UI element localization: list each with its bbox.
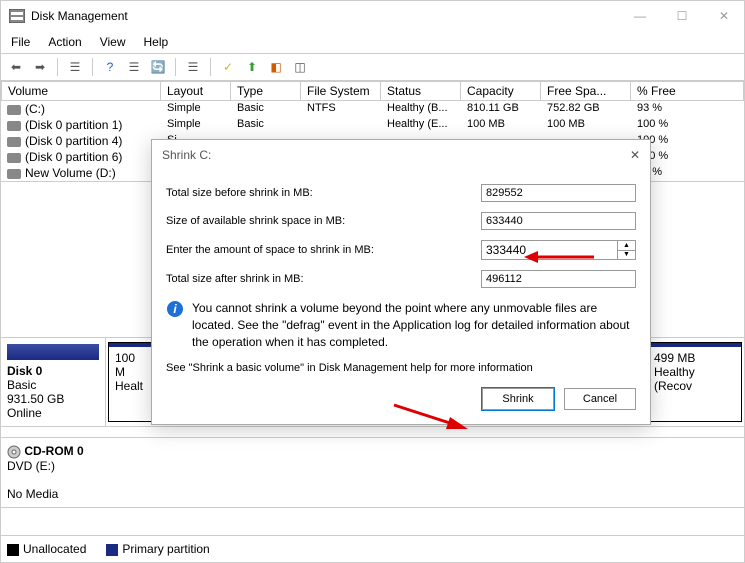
disk-name: Disk 0: [7, 364, 42, 378]
back-button[interactable]: ⬅: [7, 58, 25, 76]
label-shrink-amount: Enter the amount of space to shrink in M…: [166, 244, 481, 256]
annotation-arrow: [524, 247, 604, 267]
toolbar-icon[interactable]: ☰: [125, 58, 143, 76]
volume-icon: [7, 153, 21, 163]
legend: Unallocated Primary partition: [1, 535, 744, 562]
help-icon[interactable]: ?: [101, 58, 119, 76]
cdrom-name: CD-ROM 0: [24, 444, 83, 458]
window-title: Disk Management: [31, 9, 628, 23]
annotation-arrow: [384, 401, 474, 437]
app-icon: [9, 9, 25, 23]
dialog-title: Shrink C:: [162, 148, 211, 162]
label-available: Size of available shrink space in MB:: [166, 215, 481, 227]
menu-file[interactable]: File: [11, 35, 30, 49]
col-pfree[interactable]: % Free: [631, 81, 744, 101]
toolbar-icon[interactable]: ◫: [291, 58, 309, 76]
toolbar-icon[interactable]: ☰: [184, 58, 202, 76]
forward-button[interactable]: ➡: [31, 58, 49, 76]
info-text: You cannot shrink a volume beyond the po…: [192, 300, 636, 350]
volume-icon: [7, 137, 21, 147]
volume-icon: [7, 105, 21, 115]
col-fs[interactable]: File System: [301, 81, 381, 101]
toolbar-icon[interactable]: ⬆: [243, 58, 261, 76]
disc-icon: [7, 445, 21, 459]
value-available: 633440: [481, 212, 636, 230]
cdrom-info[interactable]: CD-ROM 0 DVD (E:) No Media: [1, 437, 744, 508]
table-row[interactable]: (Disk 0 partition 1) SimpleBasicHealthy …: [1, 117, 744, 133]
label-total-after: Total size after shrink in MB:: [166, 273, 481, 285]
col-layout[interactable]: Layout: [161, 81, 231, 101]
table-header: Volume Layout Type File System Status Ca…: [1, 81, 744, 101]
col-type[interactable]: Type: [231, 81, 301, 101]
col-free[interactable]: Free Spa...: [541, 81, 631, 101]
toolbar-icon[interactable]: 🔄: [149, 58, 167, 76]
col-capacity[interactable]: Capacity: [461, 81, 541, 101]
value-total-before: 829552: [481, 184, 636, 202]
partition[interactable]: 100 M Healt: [108, 342, 153, 422]
menubar: File Action View Help: [1, 31, 744, 54]
spinner-down[interactable]: ▼: [618, 250, 635, 260]
titlebar: Disk Management — ☐ ✕: [1, 1, 744, 31]
label-total-before: Total size before shrink in MB:: [166, 187, 481, 199]
volume-icon: [7, 169, 21, 179]
menu-action[interactable]: Action: [48, 35, 81, 49]
volume-icon: [7, 121, 21, 131]
col-volume[interactable]: Volume: [1, 81, 161, 101]
toolbar-icon[interactable]: ✓: [219, 58, 237, 76]
toolbar-icon[interactable]: ☰: [66, 58, 84, 76]
info-icon: i: [166, 300, 184, 318]
menu-view[interactable]: View: [100, 35, 126, 49]
maximize-button[interactable]: ☐: [670, 9, 694, 23]
shrink-button[interactable]: Shrink: [482, 388, 554, 410]
disk-info[interactable]: Disk 0 Basic 931.50 GB Online: [1, 338, 106, 426]
toolbar-icon[interactable]: ◧: [267, 58, 285, 76]
col-status[interactable]: Status: [381, 81, 461, 101]
shrink-dialog: Shrink C: ✕ Total size before shrink in …: [151, 139, 651, 425]
spinner-up[interactable]: ▲: [618, 241, 635, 250]
table-row[interactable]: (C:) SimpleBasicNTFSHealthy (B...810.11 …: [1, 101, 744, 117]
help-link[interactable]: See "Shrink a basic volume" in Disk Mana…: [166, 362, 636, 374]
partition[interactable]: 499 MB Healthy (Recov: [647, 342, 742, 422]
cancel-button[interactable]: Cancel: [564, 388, 636, 410]
toolbar: ⬅ ➡ ☰ ? ☰ 🔄 ☰ ✓ ⬆ ◧ ◫: [1, 54, 744, 81]
close-button[interactable]: ✕: [712, 9, 736, 23]
spinner: ▲ ▼: [617, 241, 635, 259]
value-total-after: 496112: [481, 270, 636, 288]
dialog-close-button[interactable]: ✕: [630, 148, 640, 162]
menu-help[interactable]: Help: [144, 35, 169, 49]
minimize-button[interactable]: —: [628, 9, 652, 23]
